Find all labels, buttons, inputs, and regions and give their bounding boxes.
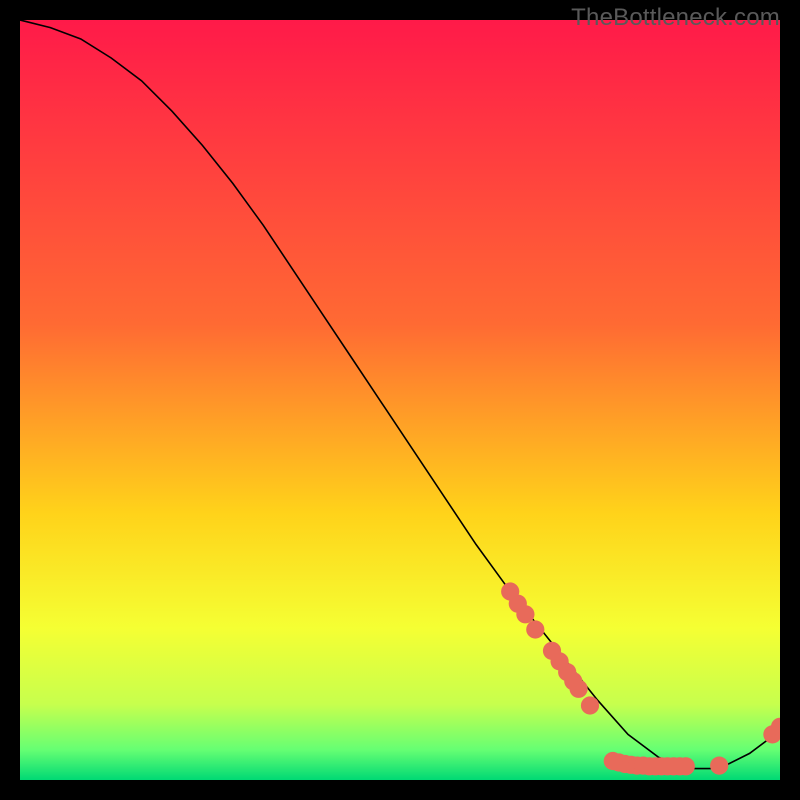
gradient-plot: [20, 20, 780, 780]
highlight-dot: [677, 757, 695, 775]
highlight-dot: [516, 605, 534, 623]
watermark-text: TheBottleneck.com: [571, 4, 780, 32]
highlight-dot: [570, 680, 588, 698]
chart-stage: TheBottleneck.com: [0, 0, 800, 800]
highlight-dot: [526, 620, 544, 638]
highlight-dot: [710, 757, 728, 775]
highlight-dot: [581, 696, 599, 714]
gradient-background: [20, 20, 780, 780]
